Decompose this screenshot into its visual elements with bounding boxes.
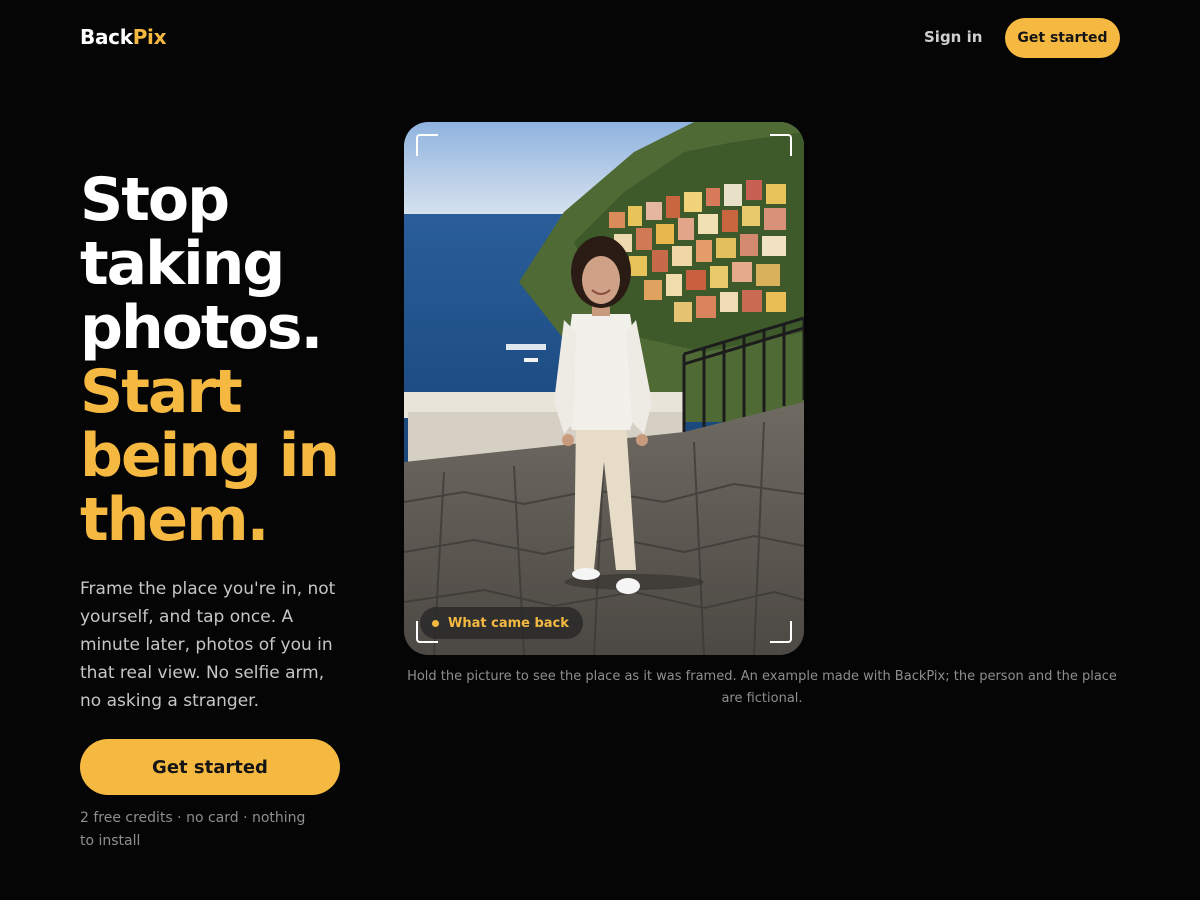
brand-name-part1: Back (80, 25, 133, 49)
hero-headline: Stop taking photos. Start being in them. (80, 168, 380, 552)
viewfinder-corner-icon (416, 134, 438, 156)
headline-line-accent: being in (80, 421, 340, 491)
sign-in-link[interactable]: Sign in (924, 26, 982, 48)
photo-scene (404, 122, 804, 655)
brand-logo[interactable]: BackPix (80, 24, 167, 50)
hero-get-started-button[interactable]: Get started (80, 739, 340, 795)
headline-line: photos. (80, 293, 323, 363)
hero-description: Frame the place you're in, not yourself,… (80, 579, 336, 711)
photo-badge: What came back (420, 607, 583, 639)
example-photo[interactable]: What came back (404, 122, 804, 655)
headline-line: Stop (80, 165, 230, 235)
fineprint: 2 free credits · no card · nothing to in… (80, 810, 306, 849)
landing-page: BackPix Sign in Get started Stop taking … (0, 0, 1200, 900)
header-get-started-button[interactable]: Get started (1005, 18, 1120, 58)
headline-line: taking (80, 229, 285, 299)
viewfinder-corner-icon (770, 134, 792, 156)
photo-caption: Hold the picture to see the place as it … (407, 669, 1117, 706)
headline-line-accent: Start (80, 357, 243, 427)
viewfinder-corner-icon (770, 621, 792, 643)
brand-name-part2: Pix (132, 25, 167, 49)
headline-line-accent: them. (80, 485, 269, 555)
photo-badge-label: What came back (448, 615, 569, 631)
status-dot-icon (432, 619, 439, 627)
